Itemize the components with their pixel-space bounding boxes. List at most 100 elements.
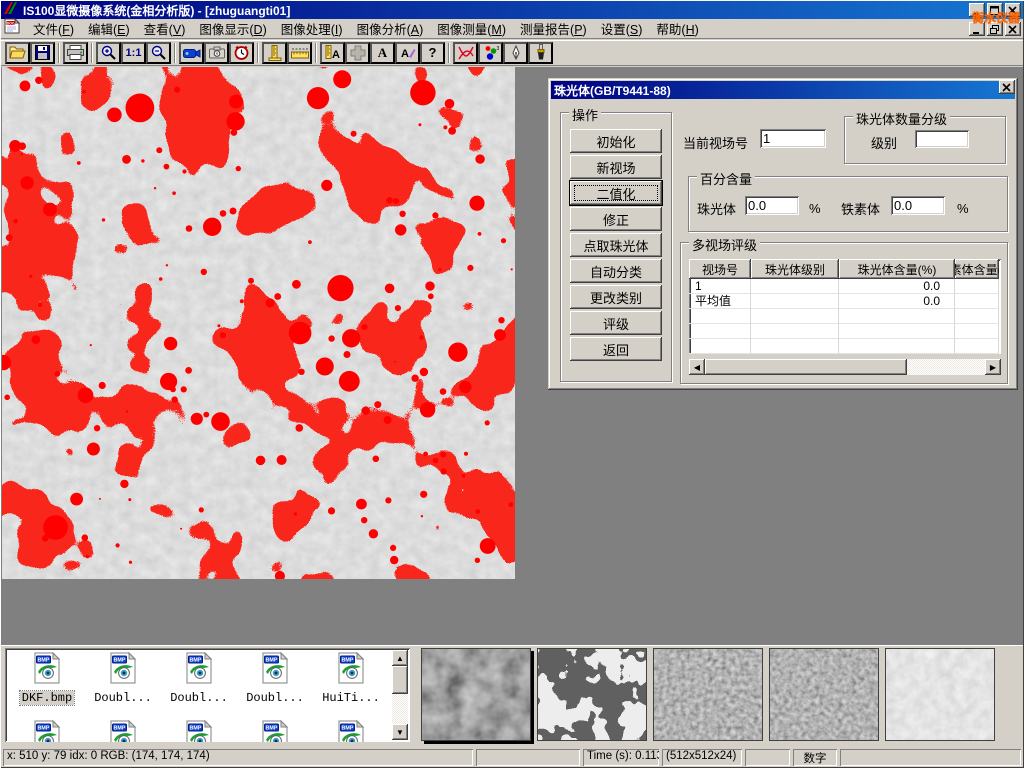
- cell: [955, 324, 999, 339]
- file-item-0[interactable]: BMPDKF.bmp: [9, 652, 85, 705]
- svg-text:DOC: DOC: [7, 21, 15, 25]
- operation-button-6[interactable]: 更改类别: [570, 285, 662, 309]
- table-horizontal-scrollbar[interactable]: ◀ ▶: [689, 359, 1001, 375]
- dialog-title-bar[interactable]: 珠光体(GB/T9441-88): [551, 81, 1015, 99]
- file-item-1[interactable]: BMPDoubl...: [85, 652, 161, 705]
- open-icon[interactable]: [5, 42, 30, 64]
- bmp-file-icon: BMP: [32, 720, 62, 742]
- menu-item-6[interactable]: 图像测量(M): [430, 21, 513, 39]
- pattern-cross-icon[interactable]: [345, 42, 370, 64]
- thumbnail-4[interactable]: [769, 648, 879, 741]
- scroll-right-button[interactable]: ▶: [985, 359, 1001, 375]
- column-header-3[interactable]: 铁素体含量(%): [955, 259, 999, 279]
- timer-icon[interactable]: [229, 42, 254, 64]
- thumbnail-1[interactable]: [421, 648, 531, 741]
- operation-button-3[interactable]: 修正: [570, 207, 662, 231]
- grade-input[interactable]: [915, 130, 969, 148]
- scroll-track[interactable]: [705, 359, 985, 375]
- ferrite-input[interactable]: [891, 196, 945, 215]
- child-restore-button[interactable]: [987, 22, 1003, 36]
- file-item-3[interactable]: BMPDoubl...: [237, 652, 313, 705]
- operations-group: 操作 初始化新视场二值化修正点取珠光体自动分类更改类别评级返回: [560, 112, 672, 382]
- thumbnail-3[interactable]: [653, 648, 763, 741]
- close-button[interactable]: [1005, 3, 1021, 17]
- menu-item-4[interactable]: 图像处理(I): [274, 21, 350, 39]
- file-list-scrollbar[interactable]: ▲ ▼: [392, 650, 408, 740]
- binarized-metallograph-image[interactable]: [2, 67, 515, 579]
- menu-item-2[interactable]: 查看(V): [137, 21, 193, 39]
- file-item-row2-2[interactable]: BMP: [161, 720, 237, 742]
- operation-button-1[interactable]: 新视场: [570, 155, 662, 179]
- cell: [689, 309, 751, 324]
- capture-icon[interactable]: [204, 42, 229, 64]
- zoom-out-icon[interactable]: [146, 42, 171, 64]
- menu-item-0[interactable]: 文件(F): [26, 21, 81, 39]
- file-item-row2-3[interactable]: BMP: [237, 720, 313, 742]
- operation-button-2[interactable]: 二值化: [570, 181, 662, 205]
- svg-text:3: 3: [496, 46, 499, 52]
- pen-tool-icon[interactable]: [503, 42, 528, 64]
- help-icon[interactable]: ?: [420, 42, 445, 64]
- operation-button-5[interactable]: 自动分类: [570, 259, 662, 283]
- print-icon[interactable]: [63, 42, 88, 64]
- thumbnail-2[interactable]: [537, 648, 647, 741]
- save-icon[interactable]: [30, 42, 55, 64]
- window-title: IS100显微摄像系统(金相分析版) - [zhuguangti01]: [23, 2, 290, 19]
- cell: [751, 324, 839, 339]
- menu-item-1[interactable]: 编辑(E): [81, 21, 137, 39]
- brush-tool-icon[interactable]: [528, 42, 553, 64]
- edit-text-icon[interactable]: A: [395, 42, 420, 64]
- scroll-thumb[interactable]: [705, 359, 907, 375]
- file-item-row2-1[interactable]: BMP: [85, 720, 161, 742]
- operation-button-8[interactable]: 返回: [570, 337, 662, 361]
- caliper-icon[interactable]: [262, 42, 287, 64]
- zoom-in-icon[interactable]: [96, 42, 121, 64]
- scroll-down-button[interactable]: ▼: [392, 724, 408, 740]
- dialog-close-button[interactable]: [999, 80, 1015, 94]
- file-scroll-thumb[interactable]: [392, 666, 408, 694]
- menu-item-9[interactable]: 帮助(H): [649, 21, 705, 39]
- file-item-2[interactable]: BMPDoubl...: [161, 652, 237, 705]
- grading-group-label: 珠光体数量分级: [853, 109, 950, 128]
- bmp-file-icon: BMP: [336, 720, 366, 742]
- menu-item-8[interactable]: 设置(S): [594, 21, 650, 39]
- file-item-row2-4[interactable]: BMP: [313, 720, 389, 742]
- svg-text:BMP: BMP: [38, 658, 50, 664]
- menu-item-7[interactable]: 测量报告(P): [513, 21, 594, 39]
- cell: 1: [689, 279, 751, 294]
- svg-text:A: A: [332, 49, 340, 61]
- text-icon[interactable]: A: [370, 42, 395, 64]
- maximize-button[interactable]: [987, 3, 1003, 17]
- curve-tool-icon[interactable]: [453, 42, 478, 64]
- operation-button-7[interactable]: 评级: [570, 311, 662, 335]
- ruler-icon[interactable]: [287, 42, 312, 64]
- app-icon: [3, 1, 19, 20]
- video-camera-icon[interactable]: [179, 42, 204, 64]
- operation-button-4[interactable]: 点取珠光体: [570, 233, 662, 257]
- current-field-input[interactable]: [760, 129, 826, 148]
- file-item-4[interactable]: BMPHuiTi...: [313, 652, 389, 705]
- time-readout: Time (s): 0.113: [583, 749, 659, 766]
- particles-icon[interactable]: 3: [478, 42, 503, 64]
- status-bar: x: 510 y: 79 idx: 0 RGB: (174, 174, 174)…: [1, 747, 1023, 767]
- operation-button-0[interactable]: 初始化: [570, 129, 662, 153]
- actual-size-icon[interactable]: 1:1: [121, 42, 146, 64]
- column-header-0[interactable]: 视场号: [689, 259, 751, 279]
- bmp-file-icon: BMP: [184, 652, 214, 689]
- menu-item-5[interactable]: 图像分析(A): [350, 21, 431, 39]
- menu-item-3[interactable]: 图像显示(D): [192, 21, 273, 39]
- rating-table[interactable]: 视场号珠光体级别珠光体含量(%)铁素体含量(%)10.0平均值0.0: [689, 259, 1001, 354]
- thumbnail-5[interactable]: [885, 648, 995, 741]
- cell: 0.0: [839, 294, 955, 309]
- column-header-2[interactable]: 珠光体含量(%): [839, 259, 955, 279]
- pearlite-input[interactable]: [745, 196, 799, 215]
- file-list[interactable]: BMPDKF.bmpBMPDoubl...BMPDoubl...BMPDoubl…: [5, 648, 410, 742]
- minimize-button[interactable]: [969, 3, 985, 17]
- child-minimize-button[interactable]: [969, 22, 985, 36]
- file-item-row2-0[interactable]: BMP: [9, 720, 85, 742]
- column-header-1[interactable]: 珠光体级别: [751, 259, 839, 279]
- child-close-button[interactable]: [1005, 22, 1021, 36]
- scroll-up-button[interactable]: ▲: [392, 650, 408, 666]
- measure-text-icon[interactable]: A: [320, 42, 345, 64]
- scroll-left-button[interactable]: ◀: [689, 359, 705, 375]
